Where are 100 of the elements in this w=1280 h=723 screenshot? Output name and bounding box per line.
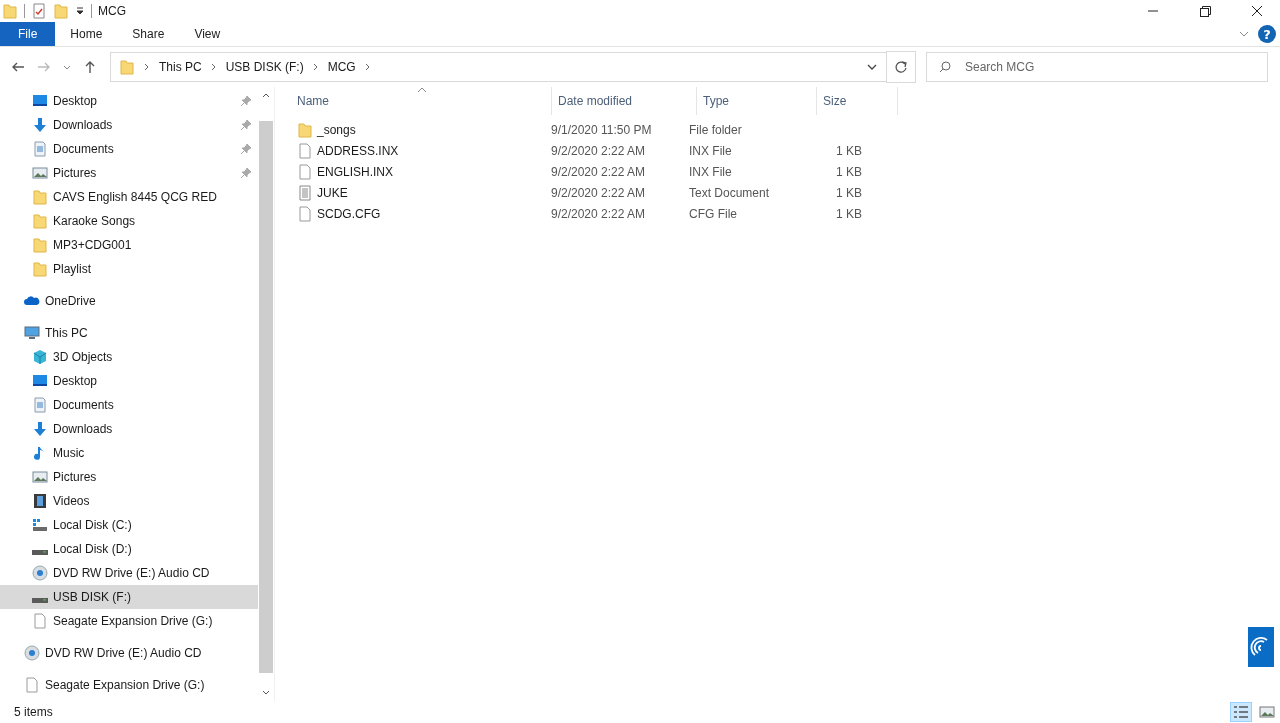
- chevron-right-icon[interactable]: [363, 63, 372, 71]
- nav-item[interactable]: OneDrive: [0, 289, 258, 313]
- ribbon-tab[interactable]: Share: [117, 22, 180, 46]
- help-button[interactable]: ?: [1258, 25, 1276, 43]
- ribbon-tab[interactable]: Home: [55, 22, 118, 46]
- column-header[interactable]: Size: [817, 87, 898, 115]
- file-row[interactable]: SCDG.CFG 9/2/2020 2:22 AM CFG File 1 KB: [291, 203, 1280, 224]
- nav-item-label: DVD RW Drive (E:) Audio CD: [53, 566, 211, 580]
- disc-icon: [24, 645, 40, 661]
- pin-icon[interactable]: [240, 95, 252, 107]
- table-cell: 1 KB: [836, 164, 862, 179]
- nav-item[interactable]: Downloads: [0, 417, 258, 441]
- pin-icon[interactable]: [240, 167, 252, 179]
- text-file-icon: [297, 184, 313, 201]
- scrollbar-thumb[interactable]: [259, 121, 273, 673]
- nav-item-label: USB DISK (F:): [53, 590, 132, 604]
- breadcrumb-item[interactable]: This PC: [159, 60, 202, 74]
- file-name: ENGLISH.INX: [317, 164, 394, 179]
- nav-item[interactable]: Documents: [0, 393, 258, 417]
- drive-icon: [32, 517, 48, 533]
- nav-item[interactable]: Pictures: [0, 161, 258, 185]
- ribbon-tab[interactable]: View: [179, 22, 236, 46]
- file-row[interactable]: JUKE 9/2/2020 2:22 AM Text Document 1 KB: [291, 182, 1280, 203]
- nav-item[interactable]: CAVS English 8445 QCG RED: [0, 185, 258, 209]
- nav-item[interactable]: Music: [0, 441, 258, 465]
- nav-item[interactable]: 3D Objects: [0, 345, 258, 369]
- chevron-right-icon[interactable]: [143, 63, 151, 71]
- nav-item[interactable]: USB DISK (F:): [0, 585, 258, 609]
- nav-item[interactable]: Seagate Expansion Drive (G:): [0, 673, 258, 697]
- table-cell-text: Text Document: [688, 185, 771, 200]
- file-name: SCDG.CFG: [317, 206, 381, 221]
- nav-item-label: This PC: [45, 326, 89, 340]
- nav-item-label: Music: [53, 446, 86, 460]
- nav-item-label: Downloads: [53, 118, 114, 132]
- address-bar[interactable]: This PC USB DISK (F:) MCG: [110, 52, 887, 82]
- column-header[interactable]: Type: [697, 87, 817, 115]
- file-icon: [32, 613, 48, 629]
- nav-item-label: Documents: [53, 398, 115, 412]
- breadcrumb-item[interactable]: USB DISK (F:): [225, 60, 304, 74]
- sort-caret-icon: [417, 87, 427, 93]
- nav-item-label: Desktop: [53, 94, 99, 108]
- nav-item[interactable]: Local Disk (D:): [0, 537, 258, 561]
- nav-item[interactable]: MP3+CDG001: [0, 233, 258, 257]
- down-arrow-icon: [32, 117, 48, 133]
- file-name: JUKE: [317, 185, 348, 200]
- nav-item[interactable]: Playlist: [0, 257, 258, 281]
- pin-icon[interactable]: [240, 143, 252, 155]
- nav-item-label: MP3+CDG001: [53, 238, 133, 252]
- folder-icon: [32, 189, 48, 205]
- nav-item[interactable]: Downloads: [0, 113, 258, 137]
- column-header[interactable]: Name: [291, 87, 552, 115]
- dropdown-icon[interactable]: [75, 6, 85, 16]
- properties-icon[interactable]: [31, 3, 47, 19]
- nav-item-label: Karaoke Songs: [53, 214, 137, 228]
- cube-icon: [32, 349, 48, 365]
- nav-item-label: Local Disk (D:): [53, 542, 133, 556]
- table-cell: 1 KB: [836, 185, 862, 200]
- film-icon: [32, 493, 48, 509]
- folder-icon: [297, 121, 313, 138]
- chevron-right-icon[interactable]: [311, 63, 320, 71]
- file-name: ADDRESS.INX: [317, 143, 399, 158]
- ribbon-tab[interactable]: File: [0, 22, 56, 46]
- nav-item[interactable]: Documents: [0, 137, 258, 161]
- table-cell: 1 KB: [836, 143, 862, 158]
- nav-item[interactable]: Desktop: [0, 369, 258, 393]
- nav-item[interactable]: Desktop: [0, 89, 258, 113]
- file-icon: [297, 205, 313, 222]
- nav-item-label: Downloads: [53, 422, 114, 436]
- down-arrow-icon: [32, 421, 48, 437]
- item-count: 5 items: [14, 705, 53, 719]
- chevron-right-icon[interactable]: [209, 63, 218, 71]
- search-field[interactable]: Search MCG: [926, 52, 1268, 82]
- details-view-button[interactable]: [1230, 702, 1252, 722]
- desktop-icon: [32, 373, 48, 389]
- refresh-icon[interactable]: [886, 51, 916, 83]
- nav-item-label: 3D Objects: [53, 350, 114, 364]
- file-name: _songs: [317, 122, 356, 137]
- floating-app-button[interactable]: [1248, 627, 1274, 667]
- nav-item[interactable]: DVD RW Drive (E:) Audio CD: [0, 641, 258, 665]
- column-header[interactable]: Date modified: [552, 87, 697, 115]
- file-row[interactable]: ADDRESS.INX 9/2/2020 2:22 AM INX File 1 KB: [291, 140, 1280, 161]
- breadcrumb-item[interactable]: MCG: [327, 60, 356, 74]
- disc-icon: [32, 565, 48, 581]
- nav-item[interactable]: Local Disk (C:): [0, 513, 258, 537]
- nav-item[interactable]: Karaoke Songs: [0, 209, 258, 233]
- picture-icon: [32, 165, 48, 181]
- table-cell-text: INX File: [688, 164, 733, 179]
- file-row[interactable]: ENGLISH.INX 9/2/2020 2:22 AM INX File 1 KB: [291, 161, 1280, 182]
- nav-item[interactable]: Seagate Expansion Drive (G:): [0, 609, 258, 633]
- nav-item[interactable]: Pictures: [0, 465, 258, 489]
- nav-item-label: Seagate Expansion Drive (G:): [45, 678, 206, 692]
- nav-item-label: Pictures: [53, 166, 98, 180]
- window-title: MCG: [98, 4, 126, 18]
- nav-item-label: CAVS English 8445 QCG RED: [53, 190, 218, 204]
- desktop-icon: [32, 93, 48, 109]
- nav-item[interactable]: Videos: [0, 489, 258, 513]
- nav-item[interactable]: DVD RW Drive (E:) Audio CD: [0, 561, 258, 585]
- file-row[interactable]: _songs 9/1/2020 11:50 PM File folder: [291, 119, 1280, 140]
- pin-icon[interactable]: [240, 119, 252, 131]
- nav-item[interactable]: This PC: [0, 321, 258, 345]
